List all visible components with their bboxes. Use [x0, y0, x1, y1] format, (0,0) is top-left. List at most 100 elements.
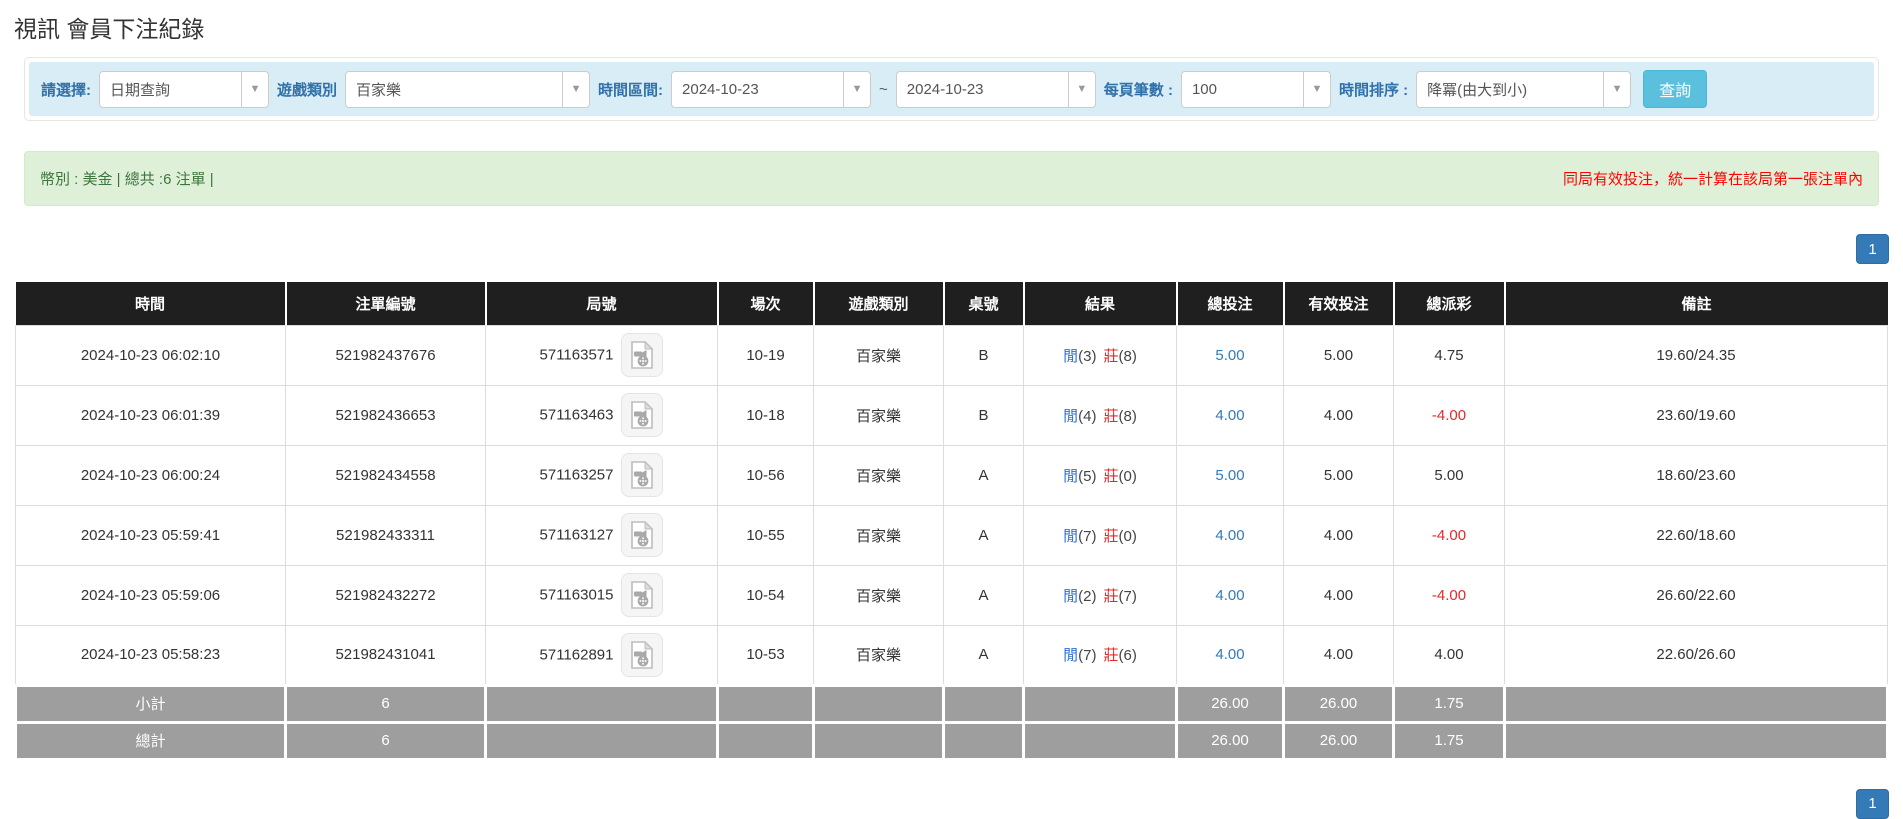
page-size-label: 每頁筆數 :: [1104, 79, 1173, 100]
cell-total-bet: 4.00: [1177, 505, 1284, 565]
video-file-icon: [630, 461, 654, 489]
video-replay-button[interactable]: [621, 513, 663, 557]
table-footer: 小計 6 26.00 26.00 1.75 總計 6 26.00 26.00 1…: [16, 685, 1888, 759]
cell-bet-id: 521982431041: [286, 625, 486, 685]
cell-table: B: [944, 325, 1024, 385]
query-type-value: 日期查詢: [100, 79, 241, 100]
cell-session: 10-54: [718, 565, 814, 625]
cell-valid-bet: 5.00: [1284, 325, 1394, 385]
pagination-bottom: 1: [14, 789, 1889, 819]
game-type-value: 百家樂: [346, 79, 562, 100]
cell-total-bet: 5.00: [1177, 445, 1284, 505]
video-replay-button[interactable]: [621, 393, 663, 437]
banker-score: (6): [1119, 647, 1137, 664]
banker-score: (8): [1119, 348, 1137, 365]
cell-valid-bet: 4.00: [1284, 505, 1394, 565]
col-header-result: 結果: [1024, 282, 1177, 325]
banker-score: (0): [1119, 468, 1137, 485]
query-type-label: 請選擇:: [41, 79, 91, 100]
player-score: (4): [1078, 408, 1096, 425]
cell-table: B: [944, 385, 1024, 445]
cell-session: 10-53: [718, 625, 814, 685]
total-bet-link[interactable]: 4.00: [1215, 587, 1244, 604]
round-number: 571162891: [540, 646, 614, 663]
page: 視訊 會員下注紀錄 請選擇: 日期查詢 ▼ 遊戲類別 百家樂 ▼ 時間區間: 2…: [14, 10, 1889, 819]
cell-valid-bet: 4.00: [1284, 565, 1394, 625]
total-bet-link[interactable]: 5.00: [1215, 347, 1244, 364]
total-bet-link[interactable]: 5.00: [1215, 467, 1244, 484]
cell-payout: -4.00: [1394, 565, 1505, 625]
query-type-select[interactable]: 日期查詢 ▼: [99, 71, 269, 108]
summary-bar: 幣別 : 美金 | 總共 :6 注單 | 同局有效投注，統一計算在該局第一張注單…: [24, 151, 1879, 206]
total-label: 總計: [16, 722, 286, 759]
cell-payout: -4.00: [1394, 385, 1505, 445]
table-row: 2024-10-23 06:02:10 521982437676 5711635…: [16, 325, 1888, 385]
cell-round-id: 571163127: [486, 505, 718, 565]
cell-table: A: [944, 505, 1024, 565]
cell-remark: 18.60/23.60: [1505, 445, 1888, 505]
table-header: 時間 注單編號 局號 場次 遊戲類別 桌號 結果 總投注 有效投注 總派彩 備註: [16, 282, 1888, 325]
cell-round-id: 571163257: [486, 445, 718, 505]
cell-remark: 23.60/19.60: [1505, 385, 1888, 445]
game-type-select[interactable]: 百家樂 ▼: [345, 71, 590, 108]
cell-time: 2024-10-23 05:58:23: [16, 625, 286, 685]
subtotal-count: 6: [286, 685, 486, 722]
cell-game-type: 百家樂: [814, 565, 944, 625]
player-score: (7): [1078, 528, 1096, 545]
col-header-game-type: 遊戲類別: [814, 282, 944, 325]
cell-valid-bet: 4.00: [1284, 385, 1394, 445]
total-bet-link[interactable]: 4.00: [1215, 527, 1244, 544]
table-row: 2024-10-23 05:59:06 521982432272 5711630…: [16, 565, 1888, 625]
total-count: 6: [286, 722, 486, 759]
chevron-down-icon: ▼: [1068, 72, 1095, 107]
cell-bet-id: 521982436653: [286, 385, 486, 445]
video-file-icon: [630, 341, 654, 369]
chevron-down-icon: ▼: [1303, 72, 1330, 107]
video-replay-button[interactable]: [621, 333, 663, 377]
cell-payout: 5.00: [1394, 445, 1505, 505]
total-row: 總計 6 26.00 26.00 1.75: [16, 722, 1888, 759]
filter-bar: 請選擇: 日期查詢 ▼ 遊戲類別 百家樂 ▼ 時間區間: 2024-10-23 …: [29, 62, 1874, 116]
banker-score: (8): [1119, 408, 1137, 425]
table-row: 2024-10-23 06:01:39 521982436653 5711634…: [16, 385, 1888, 445]
cell-bet-id: 521982432272: [286, 565, 486, 625]
video-replay-button[interactable]: [621, 633, 663, 677]
cell-result: 閒(3)莊(8): [1024, 325, 1177, 385]
cell-remark: 26.60/22.60: [1505, 565, 1888, 625]
video-replay-button[interactable]: [621, 573, 663, 617]
date-to-value: 2024-10-23: [897, 81, 1068, 98]
video-file-icon: [630, 521, 654, 549]
total-bet-link[interactable]: 4.00: [1215, 646, 1244, 663]
page-1-button-bottom[interactable]: 1: [1856, 789, 1889, 819]
game-type-label: 遊戲類別: [277, 79, 337, 100]
col-header-remark: 備註: [1505, 282, 1888, 325]
date-from-select[interactable]: 2024-10-23 ▼: [671, 71, 871, 108]
date-to-select[interactable]: 2024-10-23 ▼: [896, 71, 1096, 108]
round-number: 571163257: [540, 467, 614, 484]
cell-total-bet: 4.00: [1177, 625, 1284, 685]
time-range-label: 時間區間:: [598, 79, 663, 100]
cell-game-type: 百家樂: [814, 505, 944, 565]
search-button[interactable]: 查詢: [1643, 70, 1707, 108]
banker-result: 莊: [1104, 528, 1119, 545]
cell-valid-bet: 4.00: [1284, 625, 1394, 685]
banker-score: (0): [1119, 528, 1137, 545]
cell-round-id: 571163015: [486, 565, 718, 625]
page-size-select[interactable]: 100 ▼: [1181, 71, 1331, 108]
player-result: 閒: [1063, 408, 1078, 425]
subtotal-label: 小計: [16, 685, 286, 722]
banker-result: 莊: [1104, 468, 1119, 485]
cell-remark: 19.60/24.35: [1505, 325, 1888, 385]
col-header-round-id: 局號: [486, 282, 718, 325]
col-header-total-bet: 總投注: [1177, 282, 1284, 325]
page-1-button[interactable]: 1: [1856, 234, 1889, 264]
total-bet-link[interactable]: 4.00: [1215, 407, 1244, 424]
video-replay-button[interactable]: [621, 453, 663, 497]
cell-session: 10-19: [718, 325, 814, 385]
sort-order-label: 時間排序 :: [1339, 79, 1408, 100]
round-number: 571163127: [540, 527, 614, 544]
page-size-value: 100: [1182, 81, 1303, 98]
sort-order-select[interactable]: 降冪(由大到小) ▼: [1416, 71, 1631, 108]
player-result: 閒: [1063, 528, 1078, 545]
cell-session: 10-18: [718, 385, 814, 445]
